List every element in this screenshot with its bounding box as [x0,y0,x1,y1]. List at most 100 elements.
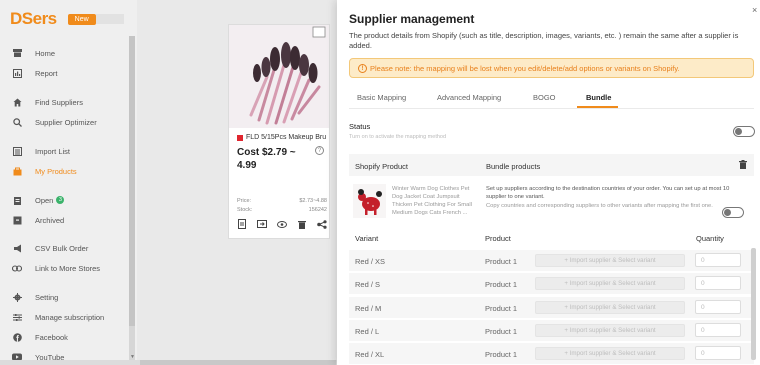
variant-product: Product 1 [485,350,518,359]
trash-icon[interactable] [739,160,749,170]
archive-icon [12,215,22,225]
drawer-description: The product details from Shopify (such a… [349,31,739,50]
product-card[interactable]: FLD 5/15Pcs Makeup Bru Cost $2.79 ~ 4.99… [228,24,330,239]
drawer-scrollbar[interactable] [751,248,756,360]
variant-product: Product 1 [485,280,518,289]
horizontal-scrollbar-thumb[interactable] [140,360,336,365]
bundle-product-name[interactable]: Winter Warm Dog Clothes Pet Dog Jacket C… [392,185,478,219]
table-row: Red / S Product 1 + Import supplier & Se… [349,273,754,295]
sidebar-item-supplier-optimizer[interactable]: Supplier Optimizer [12,116,97,128]
import-supplier-button[interactable]: + Import supplier & Select variant [535,301,685,314]
delete-icon[interactable] [297,219,307,229]
stock-label: Stock: [237,207,253,213]
open-count-badge: 3 [56,196,65,204]
close-icon[interactable]: × [752,5,760,15]
tab-bundle[interactable]: Bundle [586,93,611,102]
sidebar-item-home[interactable]: Home [12,47,55,59]
home-icon [12,97,22,107]
megaphone-icon [12,243,22,253]
sidebar-item-find-suppliers[interactable]: Find Suppliers [12,96,83,108]
sidebar-item-label: Manage subscription [35,312,105,322]
table-row: Red / L Product 1 + Import supplier & Se… [349,320,754,342]
sidebar-item-facebook[interactable]: Facebook [12,331,68,343]
sliders-icon [12,312,22,322]
variant-product: Product 1 [485,304,518,313]
report-icon [12,68,22,78]
import-supplier-button[interactable]: + Import supplier & Select variant [535,277,685,290]
drawer-title: Supplier management [349,12,475,26]
sidebar-item-label: Link to More Stores [35,263,101,273]
sidebar-item-label: Find Suppliers [35,97,83,107]
status-toggle[interactable] [733,126,755,137]
product-cost: Cost $2.79 ~ 4.99 [237,147,296,171]
card-actions [237,219,327,229]
mapping-icon[interactable] [257,219,267,229]
sidebar-item-label: Import List [35,146,71,156]
table-row: Red / M Product 1 + Import supplier & Se… [349,297,754,319]
share-icon[interactable] [317,219,327,229]
sidebar-item-setting[interactable]: Setting [12,291,58,303]
new-badge-tail [95,14,124,24]
gear-icon [12,292,22,302]
view-icon[interactable] [277,219,287,229]
help-icon[interactable]: ? [315,146,324,155]
edit-icon[interactable] [237,219,247,229]
flag-icon [237,134,243,141]
warning-icon: ! [358,63,367,73]
product-image[interactable] [229,25,329,128]
import-supplier-button[interactable]: + Import supplier & Select variant [535,347,685,360]
import-supplier-button[interactable]: + Import supplier & Select variant [535,254,685,267]
dsers-logo[interactable]: DSers [10,9,57,29]
tab-bogo[interactable]: BOGO [533,93,556,102]
sidebar: DSers New Home Report Find Suppliers Sup… [0,0,137,365]
table-row: Red / XL Product 1 + Import supplier & S… [349,343,754,365]
sidebar-item-report[interactable]: Report [12,67,58,79]
product-title-text: FLD 5/15Pcs Makeup Bru [246,134,327,141]
quantity-input[interactable]: 0 [695,346,741,360]
makeup-brushes-image [229,25,329,128]
quantity-input[interactable]: 0 [695,323,741,337]
sidebar-item-label: Open [35,195,54,205]
dog-jacket-thumbnail[interactable] [353,184,386,218]
list-icon [12,146,22,156]
sidebar-item-label: Archived [35,215,65,225]
sidebar-item-manage-subscription[interactable]: Manage subscription [12,311,104,323]
sidebar-item-label: Setting [35,292,59,302]
sidebar-item-label: My Products [35,166,77,176]
sidebar-scrollbar-thumb[interactable] [129,36,135,326]
link-icon [12,263,22,273]
sidebar-item-link-stores[interactable]: Link to More Stores [12,262,100,274]
stock-row: Stock: 156242 [237,207,327,213]
quantity-input[interactable]: 0 [695,300,741,314]
product-title[interactable]: FLD 5/15Pcs Makeup Bru [237,134,329,141]
sidebar-item-label: CSV Bulk Order [35,243,89,253]
quantity-input[interactable]: 0 [695,253,741,267]
sidebar-item-open[interactable]: Open 3 [12,194,65,206]
sidebar-item-csv-bulk-order[interactable]: CSV Bulk Order [12,242,88,254]
clipboard-icon [12,195,22,205]
new-badge: New [67,13,96,25]
variant-header: Variant [355,234,379,243]
price-label: Price: [237,198,252,204]
active-tab-underline [577,106,618,108]
tab-advanced-mapping[interactable]: Advanced Mapping [437,93,501,102]
import-supplier-button[interactable]: + Import supplier & Select variant [535,324,685,337]
bundle-products-header: Bundle products [486,162,541,171]
stock-value: 156242 [308,207,327,213]
variant-name: Red / XS [355,257,386,266]
tab-basic-mapping[interactable]: Basic Mapping [357,93,406,102]
bundle-product-row: Winter Warm Dog Clothes Pet Dog Jacket C… [349,176,754,226]
sidebar-item-label: Facebook [35,332,68,342]
sidebar-item-import-list[interactable]: Import List [12,145,70,157]
warning-text: Please note: the mapping will be lost wh… [370,63,680,73]
bundle-copy-text: Copy countries and corresponding supplie… [486,203,713,209]
sidebar-scrollbar[interactable] [129,36,135,361]
product-header: Product [485,234,511,243]
sidebar-item-archived[interactable]: Archived [12,214,64,226]
variant-name: Red / S [355,280,381,289]
store-icon [12,48,22,58]
logo-row: DSers New [10,9,124,29]
quantity-input[interactable]: 0 [695,276,741,290]
sidebar-item-my-products[interactable]: My Products [12,165,77,177]
copy-suppliers-toggle[interactable] [722,207,744,218]
